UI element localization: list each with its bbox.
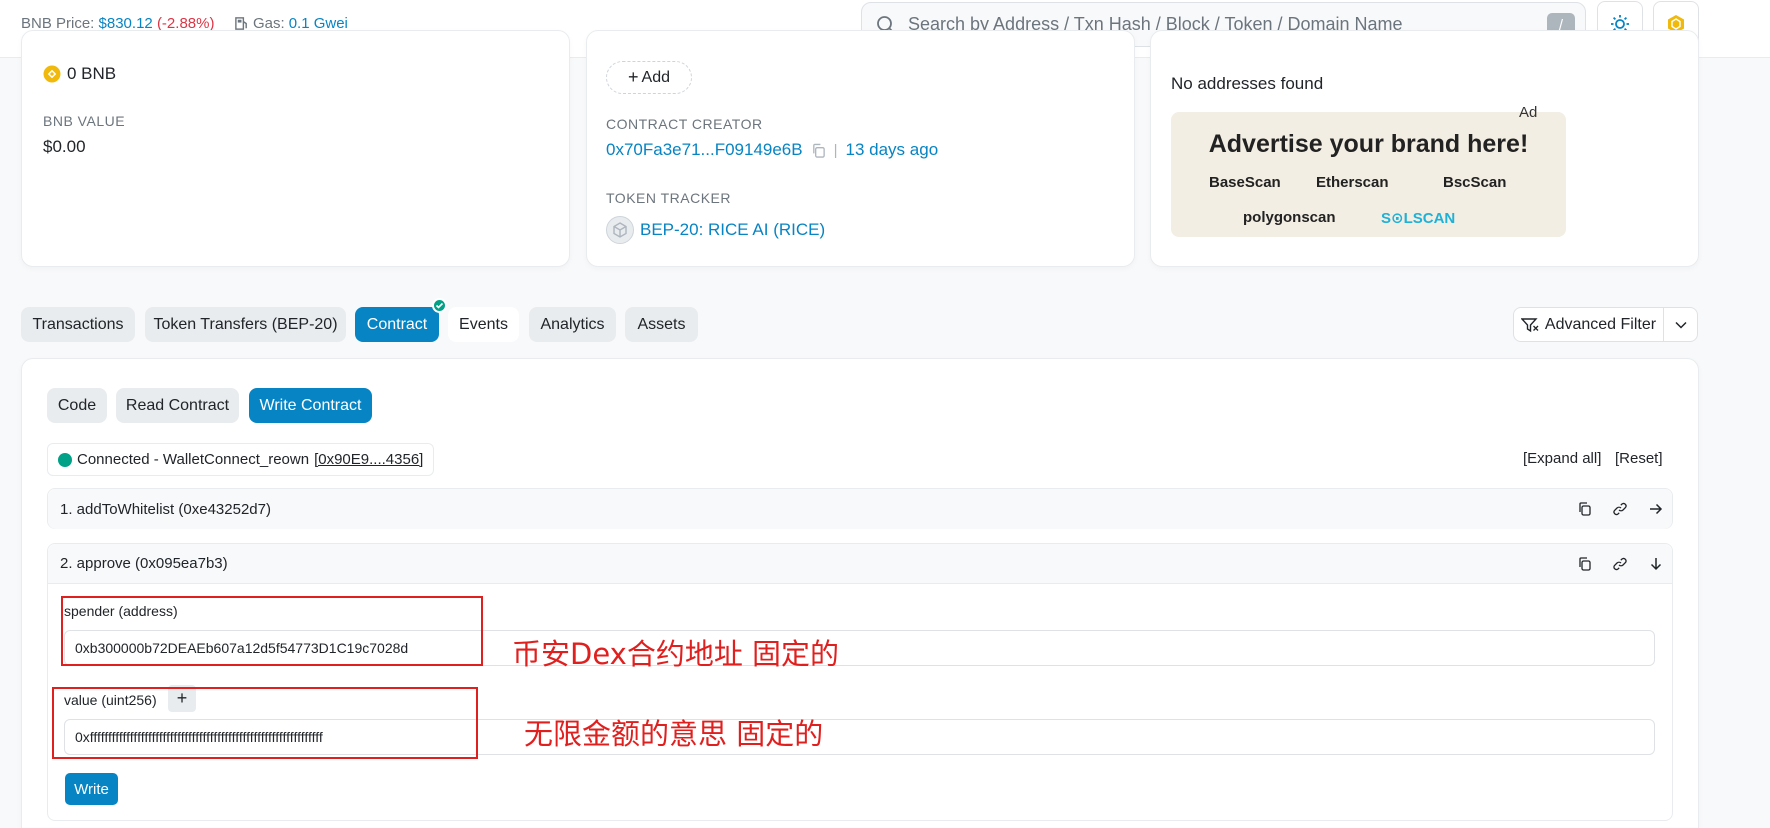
function-add-to-whitelist: 1. addToWhitelist (0xe43252d7) — [47, 488, 1673, 529]
ad-tag: Ad — [1519, 104, 1538, 121]
add-private-tag-button[interactable]: + Add — [606, 61, 692, 94]
token-logo-icon — [606, 216, 634, 244]
ad-brand-bscscan: BscScan — [1443, 174, 1507, 191]
token-tracker-row: BEP-20: RICE AI (RICE) — [606, 216, 825, 244]
tab-assets[interactable]: Assets — [625, 307, 698, 342]
token-tracker-label: TOKEN TRACKER — [606, 190, 732, 206]
function-title: 1. addToWhitelist (0xe43252d7) — [60, 500, 271, 518]
ad-brand-etherscan: Etherscan — [1316, 174, 1389, 191]
advanced-filter-label: Advanced Filter — [1544, 315, 1657, 333]
contract-creator-row: 0x70Fa3e71...F09149e6B | 13 days ago — [606, 140, 938, 160]
connected-status-dot — [58, 452, 72, 467]
function-header[interactable]: 1. addToWhitelist (0xe43252d7) — [48, 489, 1672, 529]
no-addresses-text: No addresses found — [1171, 74, 1324, 93]
chevron-down-icon — [1674, 321, 1687, 329]
bnb-value-label: BNB VALUE — [43, 113, 126, 129]
token-tracker-link[interactable]: BEP-20: RICE AI (RICE) — [640, 220, 825, 240]
advertisement-banner[interactable]: Advertise your brand here! BaseScan Ethe… — [1171, 112, 1566, 237]
gas-pump-icon — [235, 17, 247, 30]
advanced-filter: Advanced Filter — [1513, 307, 1698, 342]
connection-text: Connected - WalletConnect_reown — [77, 451, 310, 468]
spender-highlight-box — [61, 596, 483, 666]
arrow-down-icon[interactable] — [1648, 556, 1664, 572]
expand-all-link[interactable]: [Expand all] — [1523, 450, 1601, 467]
creator-address-link[interactable]: 0x70Fa3e71...F09149e6B — [606, 140, 803, 160]
function-header[interactable]: 2. approve (0x095ea7b3) — [48, 544, 1672, 584]
tab-transactions[interactable]: Transactions — [21, 307, 135, 342]
spender-annotation: 币安Dex合约地址 固定的 — [512, 637, 840, 671]
tab-contract[interactable]: Contract — [355, 307, 439, 342]
reset-link[interactable]: [Reset] — [1615, 450, 1663, 467]
ad-title: Advertise your brand here! — [1208, 130, 1529, 158]
creator-tx-age-link[interactable]: 13 days ago — [846, 140, 939, 160]
function-actions — [1576, 544, 1664, 584]
separator: | — [833, 141, 838, 159]
ad-brand-solscan: S⊙LSCAN — [1381, 210, 1456, 227]
filter-dropdown-button[interactable] — [1664, 308, 1697, 341]
function-title: 2. approve (0x095ea7b3) — [60, 555, 228, 572]
subtab-read-contract[interactable]: Read Contract — [116, 388, 239, 423]
connected-address-link[interactable]: [0x90E9....4356] — [314, 451, 423, 468]
link-icon[interactable] — [1612, 556, 1628, 572]
copy-icon[interactable] — [1576, 556, 1592, 572]
advanced-filter-button[interactable]: Advanced Filter — [1514, 308, 1664, 341]
contract-creator-label: CONTRACT CREATOR — [606, 116, 763, 132]
arrow-right-icon[interactable] — [1648, 501, 1664, 517]
tab-token-transfers[interactable]: Token Transfers (BEP-20) — [145, 307, 346, 342]
link-icon[interactable] — [1612, 501, 1628, 517]
value-annotation: 无限金额的意思 固定的 — [524, 717, 824, 751]
plus-icon: + — [628, 67, 639, 87]
write-button[interactable]: Write — [65, 773, 118, 805]
subtab-write-contract[interactable]: Write Contract — [249, 388, 372, 423]
copy-icon[interactable] — [1576, 501, 1592, 517]
bnb-balance-value: 0 BNB — [67, 64, 117, 83]
bnb-balance: 0 BNB — [43, 64, 116, 84]
bnb-value: $0.00 — [43, 137, 86, 156]
copy-icon[interactable] — [811, 143, 826, 158]
tab-events[interactable]: Events — [448, 307, 519, 342]
ad-brand-polygonscan: polygonscan — [1243, 209, 1336, 226]
add-label: Add — [641, 68, 670, 86]
bnb-coin-icon — [43, 65, 61, 83]
filter-icon — [1520, 317, 1539, 332]
function-actions — [1576, 489, 1664, 529]
ad-brand-basescan: BaseScan — [1209, 174, 1281, 191]
wallet-connection-status[interactable]: Connected - WalletConnect_reown [0x90E9.… — [47, 443, 435, 476]
function-approve: 2. approve (0x095ea7b3) — [47, 543, 1673, 821]
tab-analytics[interactable]: Analytics — [529, 307, 616, 342]
value-highlight-box — [52, 687, 478, 759]
verified-check-icon — [432, 298, 447, 313]
subtab-code[interactable]: Code — [47, 388, 107, 423]
overview-card: 0 BNB BNB VALUE $0.00 — [21, 30, 570, 267]
